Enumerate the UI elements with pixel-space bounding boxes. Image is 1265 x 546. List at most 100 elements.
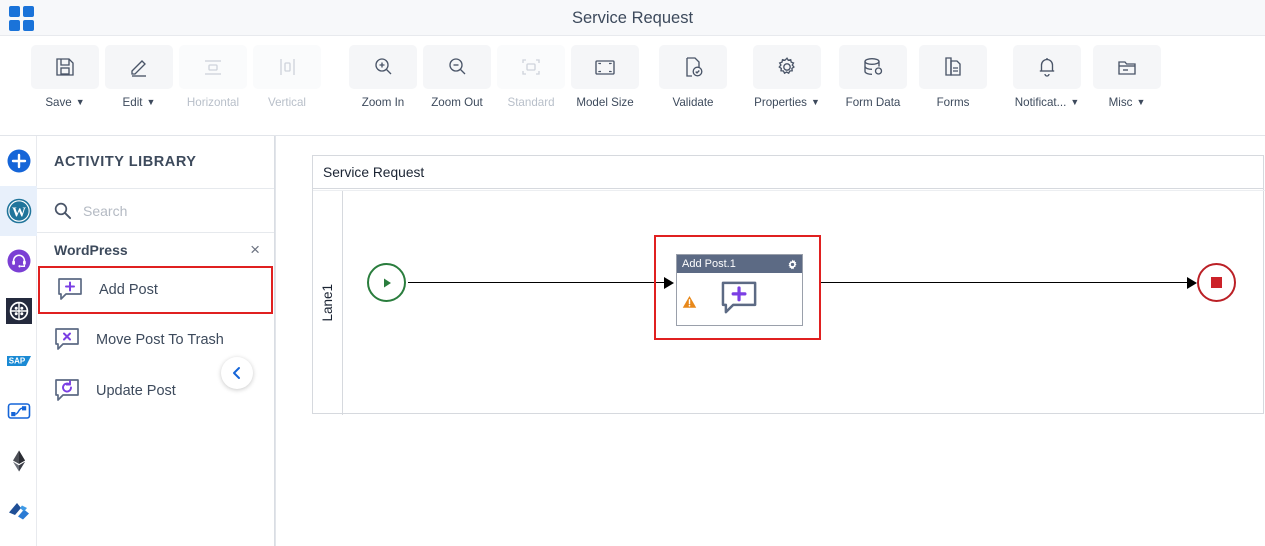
stop-square-icon [1211,277,1222,288]
chevron-down-icon: ▼ [1136,97,1146,107]
toolbar-label-misc: Misc [1108,96,1133,109]
rail-item-blue-shard[interactable] [0,486,37,536]
bell-icon [1013,45,1081,89]
zoom-out-icon [423,45,491,89]
blue-shard-icon [8,503,29,520]
task-body [677,273,802,326]
toolbar-label-properties: Properties [754,96,807,109]
toolbar-button-vertical: Vertical [250,45,324,121]
main-toolbar: Save ▼ Edit ▼ Horizontal Vertical Zoom In … [0,36,1265,136]
title-bar: Service Request [0,0,1265,36]
svg-text:SAP: SAP [8,357,25,366]
validate-doc-icon [659,45,727,89]
lane-header: Lane1 [313,191,343,415]
vertical-align-icon [253,45,321,89]
rail-item-sap[interactable]: SAP [0,336,37,386]
task-selection-frame[interactable]: Add Post.1 [654,235,821,340]
toolbar-button-edit[interactable]: Edit ▼ [102,45,176,121]
panel-collapse-button[interactable] [221,357,253,389]
speech-refresh-icon [55,378,79,401]
toolbar-button-zoom-out[interactable]: Zoom Out [420,45,494,121]
toolbar-label-notifications: Notificat... [1014,96,1067,109]
chevron-down-icon: ▼ [810,97,820,107]
database-icon [839,45,907,89]
toolbar-label-horizontal: Horizontal [186,96,240,109]
rail-item-dark-circle[interactable] [0,286,37,336]
diagram-canvas[interactable]: Service Request Lane1 Add Post.1 [275,136,1265,546]
rail-item-add-connector[interactable] [0,136,37,186]
toolbar-button-misc[interactable]: Misc ▼ [1090,45,1164,121]
toolbar-button-notifications[interactable]: Notificat... ▼ [1004,45,1090,121]
wordpress-icon: W [6,198,31,224]
start-event[interactable] [367,263,406,302]
toolbar-button-horizontal: Horizontal [176,45,250,121]
toolbar-button-model-size[interactable]: Model Size [568,45,642,121]
pencil-icon [105,45,173,89]
toolbar-label-validate: Validate [672,96,714,109]
activity-group-header: WordPress × [37,233,274,266]
lane-body[interactable]: Add Post.1 [343,191,1265,414]
rail-item-support[interactable] [0,236,37,286]
pool-title: Service Request [313,156,1263,189]
chevron-left-icon [233,367,240,379]
support-headset-icon [7,249,30,273]
toolbar-button-zoom-in[interactable]: Zoom In [346,45,420,121]
toolbar-button-properties[interactable]: Properties ▼ [744,45,830,121]
task-title: Add Post.1 [682,258,736,270]
activity-item-label: Move Post To Trash [96,331,224,348]
toolbar-label-zoom-out: Zoom Out [431,96,483,109]
sequence-flow-1 [408,282,664,284]
toolbar-label-edit: Edit [122,96,143,109]
activity-item-add-post[interactable]: Add Post [38,266,273,314]
dark-circle-grid-icon [5,298,32,324]
standard-size-icon [497,45,565,89]
search-input[interactable] [83,202,243,219]
page-title: Service Request [571,9,694,27]
toolbar-button-validate[interactable]: Validate [656,45,730,121]
speech-plus-icon [58,278,82,300]
toolbar-label-form-data: Form Data [845,96,901,109]
toolbar-label-forms: Forms [936,96,970,109]
zoom-in-icon [349,45,417,89]
activity-library-panel: ACTIVITY LIBRARY WordPress × Add Post Mo… [37,136,275,546]
end-event[interactable] [1197,263,1236,302]
toolbar-label-save: Save [45,96,72,109]
rail-item-wordpress[interactable]: W [0,186,37,236]
activity-item-label: Update Post [96,382,176,399]
sequence-flow-2 [821,282,1187,284]
toolbar-label-vertical: Vertical [267,96,307,109]
ethereum-icon [12,450,25,472]
toolbar-label-zoom-in: Zoom In [361,96,405,109]
workflow-node-icon [7,403,30,419]
gear-icon [753,45,821,89]
search-row [37,189,274,233]
pool-lane[interactable]: Lane1 Add Post.1 [313,190,1265,415]
connector-rail: W SAP [0,136,37,546]
rail-item-ethereum[interactable] [0,436,37,486]
chevron-down-icon: ▼ [146,97,156,107]
play-triangle-icon [383,278,391,287]
folder-icon [1093,45,1161,89]
activity-library-heading: ACTIVITY LIBRARY [37,136,274,189]
search-icon [54,202,72,220]
floppy-disk-icon [31,45,99,89]
process-pool[interactable]: Service Request Lane1 Add Post.1 [312,155,1265,415]
model-size-icon [571,45,639,89]
task-header: Add Post.1 [677,255,802,273]
toolbar-label-standard: Standard [507,96,555,109]
toolbar-button-save[interactable]: Save ▼ [28,45,102,121]
toolbar-label-model-size: Model Size [576,96,634,109]
add-connector-icon [7,149,30,173]
toolbar-button-form-data[interactable]: Form Data [830,45,916,121]
task-add-post-1[interactable]: Add Post.1 [676,254,803,326]
rail-item-workflow[interactable] [0,386,37,436]
close-icon[interactable]: × [250,241,260,258]
gear-icon[interactable] [787,259,798,270]
chevron-down-icon: ▼ [75,97,85,107]
toolbar-button-forms[interactable]: Forms [916,45,990,121]
warning-triangle-icon [682,296,697,308]
svg-text:W: W [12,206,26,221]
speech-plus-icon [721,281,757,314]
horizontal-align-icon [179,45,247,89]
activity-item-label: Add Post [99,282,158,298]
